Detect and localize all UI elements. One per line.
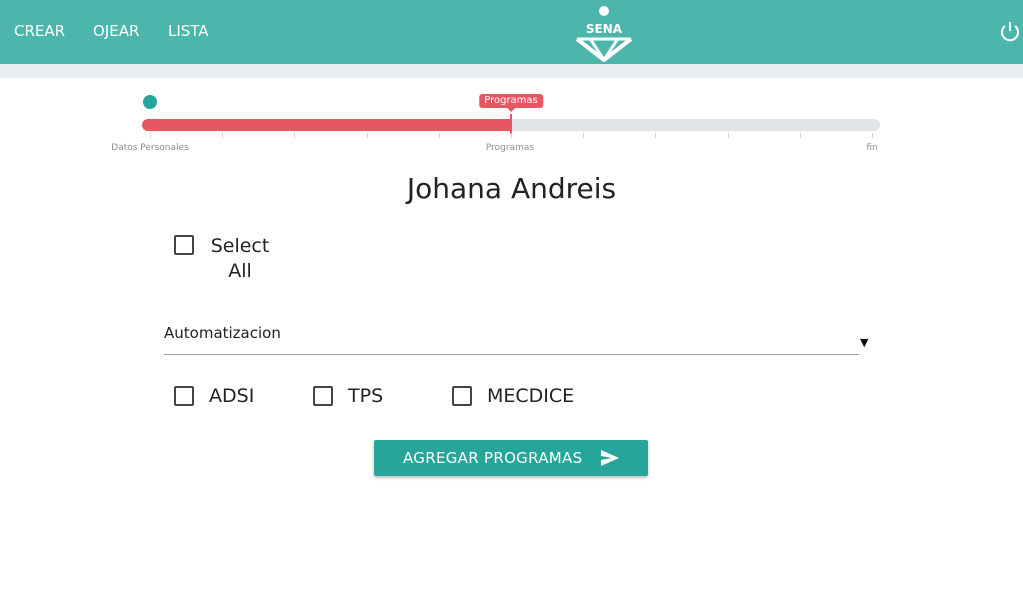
program-checkbox-adsi[interactable] xyxy=(174,386,194,406)
add-programs-button[interactable]: AGREGAR PROGRAMAS xyxy=(374,440,648,476)
nav-link-crear[interactable]: CREAR xyxy=(14,22,65,40)
chevron-down-icon[interactable]: ▼ xyxy=(860,336,868,349)
person-name-heading: Johana Andreis xyxy=(406,172,617,205)
send-icon xyxy=(601,450,619,466)
program-checkbox-mecdice[interactable] xyxy=(452,386,472,406)
select-all-label: Select All xyxy=(210,235,270,282)
program-checkbox-tps[interactable] xyxy=(313,386,333,406)
progress-tick xyxy=(439,133,440,138)
tick-label-middle: Programas xyxy=(485,143,535,153)
program-label-tps: TPS xyxy=(348,385,384,407)
program-area-selected-value: Automatizacion xyxy=(164,324,281,342)
progress-tick xyxy=(728,133,729,138)
progress-tick xyxy=(150,133,151,138)
progress-tick xyxy=(655,133,656,138)
progress-fill xyxy=(142,119,511,131)
progress-tick xyxy=(511,133,512,138)
nav-link-lista[interactable]: LISTA xyxy=(168,22,209,40)
program-label-adsi: ADSI xyxy=(209,385,255,407)
logo-text: SENA xyxy=(586,22,623,36)
progress-tick xyxy=(294,133,295,138)
progress-tick xyxy=(800,133,801,138)
tick-label-start: Datos Personales xyxy=(111,143,189,153)
progress-start-thumb[interactable] xyxy=(143,95,157,109)
power-icon[interactable] xyxy=(1000,21,1020,43)
sub-header-strip xyxy=(0,64,1023,78)
program-area-select[interactable]: Automatizacion xyxy=(164,318,859,355)
add-programs-button-label: AGREGAR PROGRAMAS xyxy=(403,449,583,467)
program-label-mecdice: MECDICE xyxy=(487,385,575,407)
progress-marker[interactable] xyxy=(510,114,512,134)
progress-current-label: Programas xyxy=(479,94,543,112)
progress-tick xyxy=(367,133,368,138)
tick-label-end: fin xyxy=(866,143,878,153)
progress-tick xyxy=(222,133,223,138)
top-navbar: CREAR OJEAR LISTA SENA xyxy=(0,0,1023,64)
progress-tick xyxy=(872,133,873,138)
sena-logo-icon[interactable]: SENA xyxy=(573,6,635,62)
progress-tick xyxy=(583,133,584,138)
select-all-checkbox[interactable] xyxy=(174,235,194,255)
nav-link-ojear[interactable]: OJEAR xyxy=(93,22,139,40)
